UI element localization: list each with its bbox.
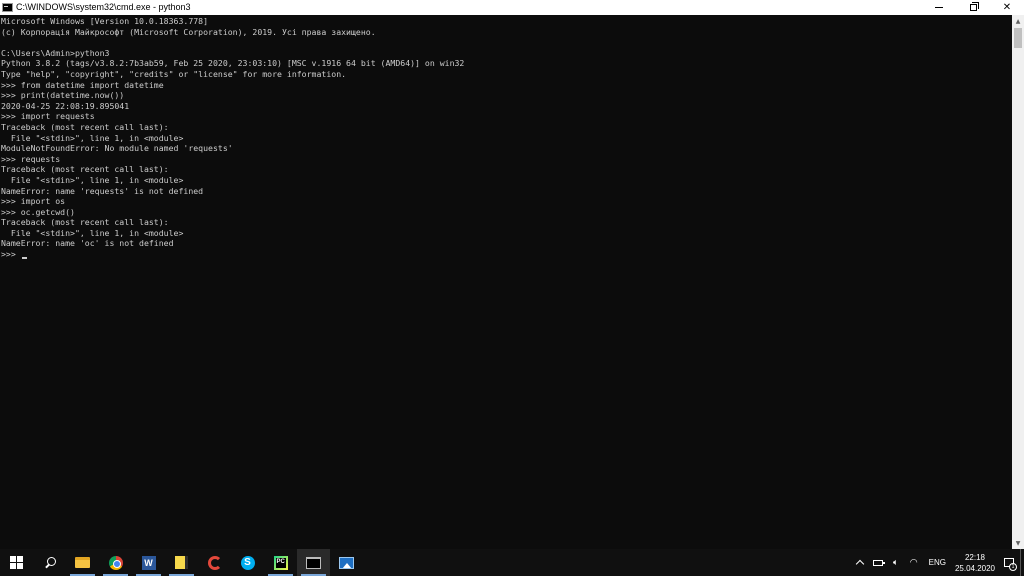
battery-icon [872,559,885,566]
wifi-icon: ◠ [909,557,918,568]
taskbar-word[interactable]: W [132,549,165,576]
console-line: >>> import requests [1,111,95,122]
console-output[interactable]: Microsoft Windows [Version 10.0.18363.77… [0,15,1012,549]
scroll-thumb[interactable] [1014,28,1022,48]
console-prompt-line[interactable]: >>> [1,249,1012,260]
word-icon: W [141,555,156,570]
restore-button[interactable] [956,0,990,15]
console-line: >>> from datetime import datetime [1,79,164,90]
taskbar: W S PC 🔈︎ ◠ ENG 22:18 25.04.2020 1 [0,549,1024,576]
taskbar-command-prompt[interactable] [297,549,330,576]
taskbar-chrome[interactable] [99,549,132,576]
console-line: NameError: name 'requests' is not define… [1,185,204,196]
chrome-icon [108,555,123,570]
taskbar-photos[interactable] [330,549,363,576]
system-tray: 🔈︎ ◠ ENG 22:18 25.04.2020 1 [851,549,1024,576]
console-line: File "<stdin>", line 1, in <module> [1,227,184,238]
show-hidden-icons-button[interactable] [853,549,867,576]
battery-button[interactable] [871,549,885,576]
ccleaner-icon [207,555,222,570]
console-line: Python 3.8.2 (tags/v3.8.2:7b3ab59, Feb 2… [1,58,465,69]
console-line: NameError: name 'oc' is not defined [1,238,174,249]
console-line: Type "help", "copyright", "credits" or "… [1,68,347,79]
clock-date: 25.04.2020 [954,563,996,573]
vertical-scrollbar[interactable]: ▲ ▼ [1012,15,1024,549]
clock[interactable]: 22:18 25.04.2020 [952,552,998,574]
window-title: C:\WINDOWS\system32\cmd.exe - python3 [16,2,191,12]
windows-logo-icon [10,556,23,569]
console-line: C:\Users\Admin>python3 [1,47,110,58]
cmd-app-icon[interactable] [2,3,13,12]
console-line: Traceback (most recent call last): [1,217,169,228]
console-line: >>> oc.getcwd() [1,206,75,217]
console-prompt: >>> [1,249,21,260]
console-lines: Microsoft Windows [Version 10.0.18363.77… [0,15,1012,260]
console-line: File "<stdin>", line 1, in <module> [1,174,184,185]
skype-icon: S [240,555,255,570]
pycharm-glyph: PC [275,557,286,568]
start-button[interactable] [0,549,33,576]
console-line: >>> requests [1,153,61,164]
taskbar-sticky-notes[interactable] [165,549,198,576]
command-prompt-icon [306,556,321,569]
console-line: >>> print(datetime.now()) [1,90,125,101]
console-line: Traceback (most recent call last): [1,164,169,175]
volume-button[interactable]: 🔈︎ [889,549,903,576]
close-button[interactable]: ✕ [990,0,1024,15]
console-line: Microsoft Windows [Version 10.0.18363.77… [1,16,209,26]
scroll-down-arrow-icon[interactable]: ▼ [1012,537,1024,549]
taskbar-ccleaner[interactable] [198,549,231,576]
close-icon: ✕ [1002,2,1012,13]
console-line: >>> import os [1,196,66,207]
volume-icon: 🔈︎ [892,557,899,568]
input-language[interactable]: ENG [929,558,946,567]
taskbar-file-explorer[interactable] [66,549,99,576]
taskbar-pycharm[interactable]: PC [264,549,297,576]
console-line: ModuleNotFoundError: No module named 're… [1,143,233,154]
text-cursor [21,257,27,260]
notification-count-badge: 1 [1009,563,1017,571]
restore-icon [969,2,979,11]
chevron-up-icon [855,559,864,569]
clock-time: 22:18 [964,552,986,562]
console-line: 2020-04-25 22:08:19.895041 [1,100,130,111]
console-line: File "<stdin>", line 1, in <module> [1,132,184,143]
search-button[interactable] [33,549,66,576]
scroll-up-arrow-icon[interactable]: ▲ [1012,15,1024,27]
sticky-notes-icon [175,556,188,569]
file-explorer-icon [75,557,90,568]
pycharm-icon: PC [273,555,288,570]
console-line: Traceback (most recent call last): [1,121,169,132]
title-bar[interactable]: C:\WINDOWS\system32\cmd.exe - python3 ✕ [0,0,1024,15]
minimize-icon [935,7,943,8]
console-line: (c) Корпорація Майкрософт (Microsoft Cor… [1,26,376,37]
action-center-button[interactable]: 1 [998,549,1020,576]
window-controls: ✕ [922,0,1024,15]
taskbar-skype[interactable]: S [231,549,264,576]
network-button[interactable]: ◠ [907,549,921,576]
search-icon [43,556,57,570]
minimize-button[interactable] [922,0,956,15]
photos-icon [339,556,354,569]
show-desktop-button[interactable] [1020,549,1024,576]
